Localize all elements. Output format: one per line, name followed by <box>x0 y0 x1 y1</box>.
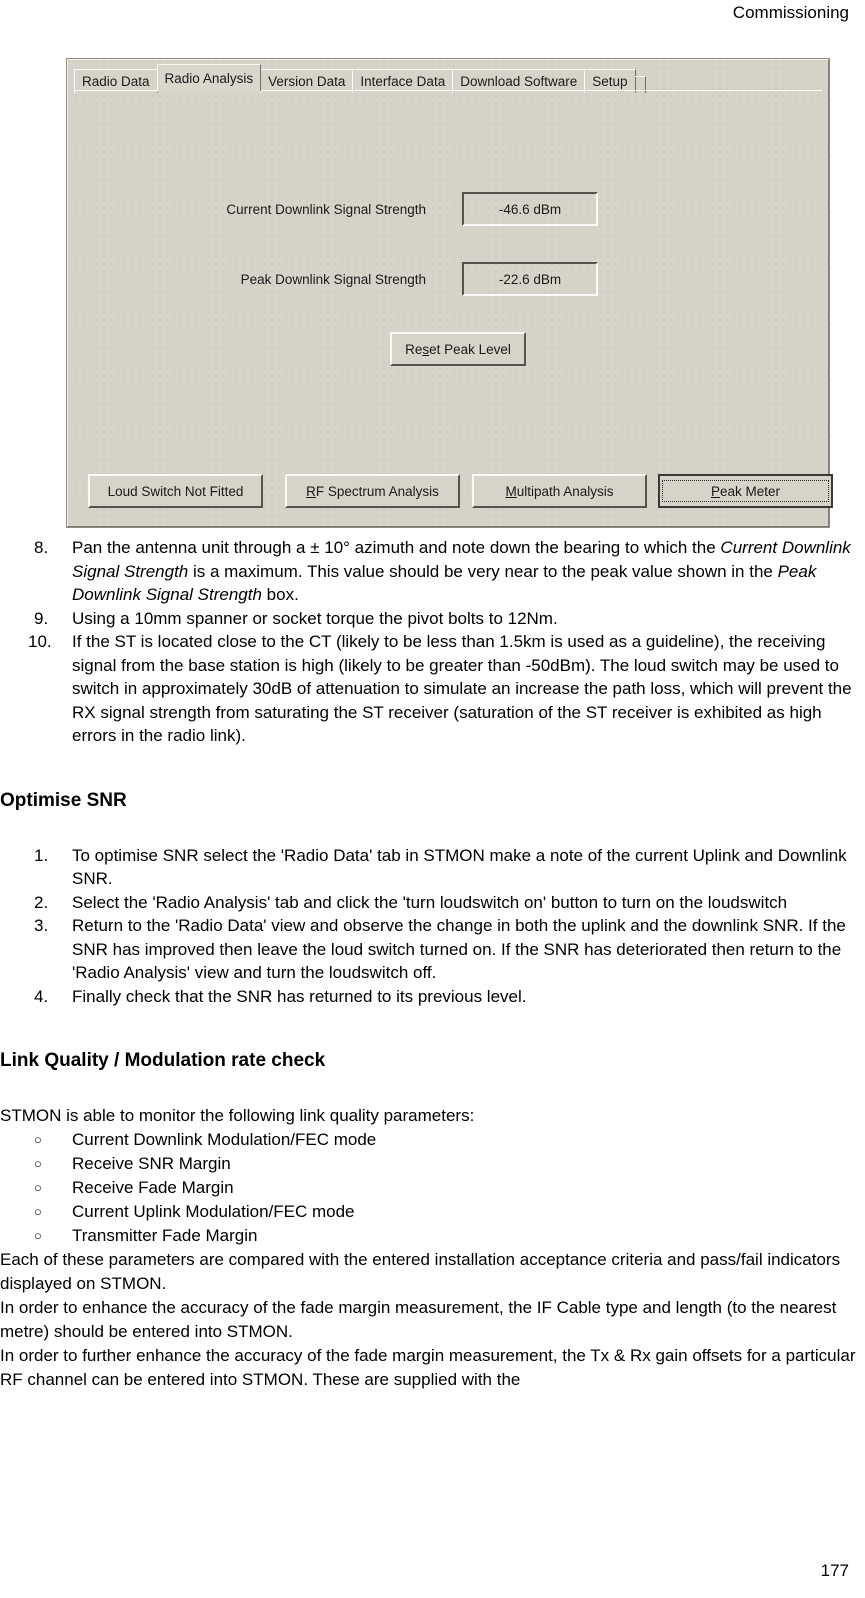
peak-meter-label: eak Meter <box>719 483 781 499</box>
circle-bullet-icon: ○ <box>34 1156 42 1171</box>
list-marker: 8. <box>34 538 49 557</box>
peak-meter-focus-ring: Peak Meter <box>662 480 829 502</box>
list-item: 4. Finally check that the SNR has return… <box>0 985 865 1009</box>
current-downlink-row: Current Downlink Signal Strength -46.6 d… <box>176 192 606 226</box>
circle-bullet-icon: ○ <box>34 1180 42 1195</box>
list-marker: 2. <box>34 892 49 912</box>
list-text: Current Downlink Modulation/FEC mode <box>72 1130 377 1149</box>
document-body: 8. Pan the antenna unit through a ± 10° … <box>0 536 865 1392</box>
list-text: Receive Fade Margin <box>72 1178 234 1197</box>
peak-downlink-row: Peak Downlink Signal Strength -22.6 dBm <box>176 262 606 296</box>
list-item: ○ Transmitter Fade Margin <box>0 1224 865 1248</box>
list-item: ○ Current Uplink Modulation/FEC mode <box>0 1200 865 1224</box>
list-item: ○ Receive Fade Margin <box>0 1176 865 1200</box>
list-text: To optimise SNR select the 'Radio Data' … <box>72 845 847 889</box>
list-text: Transmitter Fade Margin <box>72 1226 258 1245</box>
list-marker: 4. <box>34 986 49 1006</box>
circle-bullet-icon: ○ <box>34 1204 42 1219</box>
circle-bullet-icon: ○ <box>34 1228 42 1243</box>
reset-peak-level-button[interactable]: Re s et Peak Level <box>390 332 526 366</box>
link-quality-paragraph-3: In order to further enhance the accuracy… <box>0 1346 856 1389</box>
list-item: 2. Select the 'Radio Analysis' tab and c… <box>0 891 865 915</box>
list-marker: 10. <box>28 632 52 651</box>
stmon-screenshot: Radio Data Radio Analysis Version Data I… <box>66 58 833 528</box>
list-marker: 3. <box>34 916 49 935</box>
tab-strip: Radio Data Radio Analysis Version Data I… <box>74 64 822 93</box>
rf-spectrum-analysis-accel: R <box>306 483 316 499</box>
list-text: Pan the antenna unit through a ± 10° azi… <box>72 538 851 604</box>
list-marker: 1. <box>34 845 49 865</box>
peak-downlink-value: -22.6 dBm <box>462 262 598 296</box>
list-item: 9. Using a 10mm spanner or socket torque… <box>0 607 865 631</box>
step8-seg0: Pan the antenna unit through a ± 10° azi… <box>72 538 721 557</box>
tab-radio-analysis[interactable]: Radio Analysis <box>156 64 262 91</box>
peak-meter-accel: P <box>710 483 720 499</box>
current-downlink-value: -46.6 dBm <box>462 192 598 226</box>
list-text: Using a 10mm spanner or socket torque th… <box>72 608 558 628</box>
radio-analysis-dialog: Radio Data Radio Analysis Version Data I… <box>66 58 833 528</box>
rf-spectrum-analysis-button[interactable]: RF Spectrum Analysis <box>285 474 460 508</box>
link-quality-intro: STMON is able to monitor the following l… <box>0 1106 475 1125</box>
list-item: 3. Return to the 'Radio Data' view and o… <box>0 914 865 985</box>
steps-8-10-list: 8. Pan the antenna unit through a ± 10° … <box>0 536 865 748</box>
list-item: ○ Current Downlink Modulation/FEC mode <box>0 1128 865 1152</box>
peak-downlink-label: Peak Downlink Signal Strength <box>240 271 426 287</box>
current-downlink-label: Current Downlink Signal Strength <box>226 201 426 217</box>
circle-bullet-icon: ○ <box>34 1132 42 1147</box>
link-quality-paragraph-2: In order to enhance the accuracy of the … <box>0 1298 837 1341</box>
step8-seg4: box. <box>261 585 299 604</box>
loud-switch-label: Loud Switch Not Fitted <box>107 483 244 499</box>
list-text: Current Uplink Modulation/FEC mode <box>72 1202 355 1221</box>
reset-peak-level-accel: s <box>422 341 430 357</box>
multipath-analysis-accel: M <box>505 483 517 499</box>
list-item: 8. Pan the antenna unit through a ± 10° … <box>0 536 865 607</box>
list-item: ○ Receive SNR Margin <box>0 1152 865 1176</box>
list-item: 10. If the ST is located close to the CT… <box>0 630 865 748</box>
loud-switch-not-fitted-button[interactable]: Loud Switch Not Fitted <box>88 474 263 508</box>
link-quality-parameter-list: ○ Current Downlink Modulation/FEC mode ○… <box>0 1128 865 1248</box>
step8-seg2: is a maximum. This value should be very … <box>188 561 778 581</box>
reset-peak-level-label-post: et Peak Level <box>429 341 511 357</box>
reset-peak-level-label-pre: Re <box>405 341 423 357</box>
list-item: 1. To optimise SNR select the 'Radio Dat… <box>0 844 865 891</box>
multipath-analysis-button[interactable]: Multipath Analysis <box>472 474 647 508</box>
peak-meter-button[interactable]: Peak Meter <box>658 474 833 508</box>
list-text: If the ST is located close to the CT (li… <box>72 632 852 745</box>
list-text: Finally check that the SNR has returned … <box>72 986 527 1006</box>
optimise-snr-heading: Optimise SNR <box>0 789 127 811</box>
list-marker: 9. <box>34 608 49 628</box>
rf-spectrum-analysis-label: F Spectrum Analysis <box>315 483 439 499</box>
page-header: Commissioning <box>732 3 849 22</box>
multipath-analysis-label: ultipath Analysis <box>516 483 614 499</box>
list-text: Receive SNR Margin <box>72 1154 231 1173</box>
list-text: Select the 'Radio Analysis' tab and clic… <box>72 892 788 912</box>
link-quality-heading: Link Quality / Modulation rate check <box>0 1050 326 1071</box>
link-quality-paragraph-1: Each of these parameters are compared wi… <box>0 1250 841 1293</box>
optimise-snr-list: 1. To optimise SNR select the 'Radio Dat… <box>0 844 865 1009</box>
page-number: 177 <box>820 1561 849 1580</box>
list-text: Return to the 'Radio Data' view and obse… <box>72 916 846 982</box>
